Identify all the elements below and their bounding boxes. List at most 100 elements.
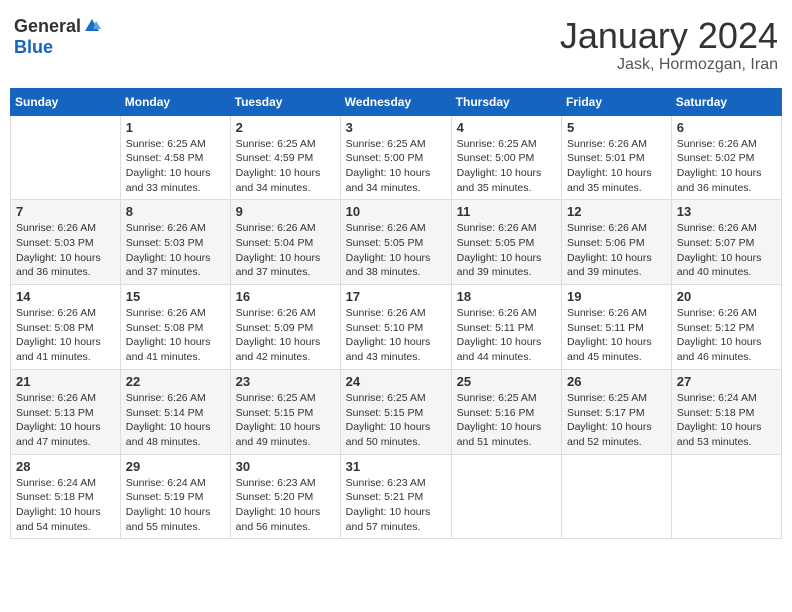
day-header-wednesday: Wednesday [340, 88, 451, 115]
day-number: 9 [236, 204, 335, 219]
calendar-cell: 9 Sunrise: 6:26 AMSunset: 5:04 PMDaylight… [230, 200, 340, 285]
calendar-cell: 21 Sunrise: 6:26 AMSunset: 5:13 PMDayligh… [11, 369, 121, 454]
calendar-cell: 23Sunrise: 6:25 AMSunset: 5:15 PMDayligh… [230, 369, 340, 454]
logo-blue-text: Blue [14, 37, 53, 58]
calendar-week-row: 7 Sunrise: 6:26 AMSunset: 5:03 PMDaylight… [11, 200, 782, 285]
day-info: Sunrise: 6:25 AMSunset: 5:17 PMDaylight:… [567, 391, 666, 450]
day-number: 2 [236, 120, 335, 135]
calendar-week-row: 14 Sunrise: 6:26 AMSunset: 5:08 PMDayligh… [11, 285, 782, 370]
day-number: 24 [346, 374, 446, 389]
calendar-cell: 28Sunrise: 6:24 AMSunset: 5:18 PMDayligh… [11, 454, 121, 539]
day-number: 28 [16, 459, 115, 474]
day-info: Sunrise: 6:24 AMSunset: 5:19 PMDaylight:… [126, 476, 225, 535]
logo-icon [83, 17, 101, 35]
calendar-cell: 26 Sunrise: 6:25 AMSunset: 5:17 PMDayligh… [562, 369, 672, 454]
day-info: Sunrise: 6:25 AMSunset: 5:15 PMDaylight:… [346, 391, 446, 450]
day-number: 5 [567, 120, 666, 135]
calendar-cell: 19 Sunrise: 6:26 AMSunset: 5:11 PMDayligh… [562, 285, 672, 370]
logo-general-text: General [14, 16, 81, 37]
day-number: 11 [457, 204, 556, 219]
calendar-cell: 7 Sunrise: 6:26 AMSunset: 5:03 PMDaylight… [11, 200, 121, 285]
calendar-cell: 1Sunrise: 6:25 AMSunset: 4:58 PMDaylight… [120, 115, 230, 200]
day-number: 15 [126, 289, 225, 304]
day-info: Sunrise: 6:25 AMSunset: 5:00 PMDaylight:… [346, 137, 446, 196]
calendar-week-row: 21 Sunrise: 6:26 AMSunset: 5:13 PMDayligh… [11, 369, 782, 454]
day-info: Sunrise: 6:26 AMSunset: 5:11 PMDaylight:… [567, 306, 666, 365]
day-info: Sunrise: 6:25 AMSunset: 5:00 PMDaylight:… [457, 137, 556, 196]
calendar-cell: 4 Sunrise: 6:25 AMSunset: 5:00 PMDaylight… [451, 115, 561, 200]
calendar-cell: 22 Sunrise: 6:26 AMSunset: 5:14 PMDayligh… [120, 369, 230, 454]
calendar-cell: 24 Sunrise: 6:25 AMSunset: 5:15 PMDayligh… [340, 369, 451, 454]
day-number: 26 [567, 374, 666, 389]
calendar-cell: 8Sunrise: 6:26 AMSunset: 5:03 PMDaylight… [120, 200, 230, 285]
day-number: 6 [677, 120, 776, 135]
day-number: 17 [346, 289, 446, 304]
day-number: 3 [346, 120, 446, 135]
day-info: Sunrise: 6:26 AMSunset: 5:07 PMDaylight:… [677, 221, 776, 280]
day-number: 30 [236, 459, 335, 474]
calendar-week-row: 1Sunrise: 6:25 AMSunset: 4:58 PMDaylight… [11, 115, 782, 200]
day-info: Sunrise: 6:26 AMSunset: 5:11 PMDaylight:… [457, 306, 556, 365]
day-info: Sunrise: 6:26 AMSunset: 5:06 PMDaylight:… [567, 221, 666, 280]
day-number: 21 [16, 374, 115, 389]
day-number: 22 [126, 374, 225, 389]
day-number: 14 [16, 289, 115, 304]
day-info: Sunrise: 6:26 AMSunset: 5:02 PMDaylight:… [677, 137, 776, 196]
day-number: 10 [346, 204, 446, 219]
day-info: Sunrise: 6:26 AMSunset: 5:03 PMDaylight:… [16, 221, 115, 280]
day-info: Sunrise: 6:26 AMSunset: 5:04 PMDaylight:… [236, 221, 335, 280]
day-number: 4 [457, 120, 556, 135]
calendar-cell: 6 Sunrise: 6:26 AMSunset: 5:02 PMDaylight… [671, 115, 781, 200]
day-info: Sunrise: 6:26 AMSunset: 5:08 PMDaylight:… [16, 306, 115, 365]
day-info: Sunrise: 6:26 AMSunset: 5:05 PMDaylight:… [457, 221, 556, 280]
calendar-cell: 29 Sunrise: 6:24 AMSunset: 5:19 PMDayligh… [120, 454, 230, 539]
calendar-cell: 18 Sunrise: 6:26 AMSunset: 5:11 PMDayligh… [451, 285, 561, 370]
day-info: Sunrise: 6:23 AMSunset: 5:20 PMDaylight:… [236, 476, 335, 535]
day-info: Sunrise: 6:26 AMSunset: 5:14 PMDaylight:… [126, 391, 225, 450]
day-number: 19 [567, 289, 666, 304]
calendar-header-row: SundayMondayTuesdayWednesdayThursdayFrid… [11, 88, 782, 115]
calendar-cell: 16 Sunrise: 6:26 AMSunset: 5:09 PMDayligh… [230, 285, 340, 370]
day-info: Sunrise: 6:25 AMSunset: 4:58 PMDaylight:… [126, 137, 225, 196]
calendar-cell: 30 Sunrise: 6:23 AMSunset: 5:20 PMDayligh… [230, 454, 340, 539]
day-number: 25 [457, 374, 556, 389]
day-header-thursday: Thursday [451, 88, 561, 115]
calendar-cell: 14 Sunrise: 6:26 AMSunset: 5:08 PMDayligh… [11, 285, 121, 370]
day-header-friday: Friday [562, 88, 672, 115]
day-info: Sunrise: 6:24 AMSunset: 5:18 PMDaylight:… [677, 391, 776, 450]
day-number: 18 [457, 289, 556, 304]
calendar-cell: 31Sunrise: 6:23 AMSunset: 5:21 PMDayligh… [340, 454, 451, 539]
day-header-sunday: Sunday [11, 88, 121, 115]
calendar-cell: 2Sunrise: 6:25 AMSunset: 4:59 PMDaylight… [230, 115, 340, 200]
day-info: Sunrise: 6:26 AMSunset: 5:05 PMDaylight:… [346, 221, 446, 280]
calendar-cell: 20Sunrise: 6:26 AMSunset: 5:12 PMDayligh… [671, 285, 781, 370]
day-number: 16 [236, 289, 335, 304]
calendar-cell: 5 Sunrise: 6:26 AMSunset: 5:01 PMDaylight… [562, 115, 672, 200]
calendar-cell [671, 454, 781, 539]
day-header-saturday: Saturday [671, 88, 781, 115]
calendar-week-row: 28Sunrise: 6:24 AMSunset: 5:18 PMDayligh… [11, 454, 782, 539]
calendar-cell: 15 Sunrise: 6:26 AMSunset: 5:08 PMDayligh… [120, 285, 230, 370]
day-number: 13 [677, 204, 776, 219]
day-info: Sunrise: 6:26 AMSunset: 5:08 PMDaylight:… [126, 306, 225, 365]
day-info: Sunrise: 6:25 AMSunset: 5:16 PMDaylight:… [457, 391, 556, 450]
calendar-cell: 25 Sunrise: 6:25 AMSunset: 5:16 PMDayligh… [451, 369, 561, 454]
day-info: Sunrise: 6:26 AMSunset: 5:13 PMDaylight:… [16, 391, 115, 450]
calendar-cell: 10 Sunrise: 6:26 AMSunset: 5:05 PMDayligh… [340, 200, 451, 285]
day-number: 7 [16, 204, 115, 219]
day-header-tuesday: Tuesday [230, 88, 340, 115]
calendar-table: SundayMondayTuesdayWednesdayThursdayFrid… [10, 88, 782, 540]
day-number: 29 [126, 459, 225, 474]
day-number: 27 [677, 374, 776, 389]
title-area: January 2024 Jask, Hormozgan, Iran [560, 16, 778, 74]
day-info: Sunrise: 6:26 AMSunset: 5:09 PMDaylight:… [236, 306, 335, 365]
day-info: Sunrise: 6:26 AMSunset: 5:01 PMDaylight:… [567, 137, 666, 196]
calendar-cell [562, 454, 672, 539]
day-number: 31 [346, 459, 446, 474]
day-info: Sunrise: 6:26 AMSunset: 5:10 PMDaylight:… [346, 306, 446, 365]
day-header-monday: Monday [120, 88, 230, 115]
day-number: 8 [126, 204, 225, 219]
day-number: 20 [677, 289, 776, 304]
calendar-header: General Blue January 2024 Jask, Hormozga… [10, 10, 782, 80]
calendar-cell: 11 Sunrise: 6:26 AMSunset: 5:05 PMDayligh… [451, 200, 561, 285]
